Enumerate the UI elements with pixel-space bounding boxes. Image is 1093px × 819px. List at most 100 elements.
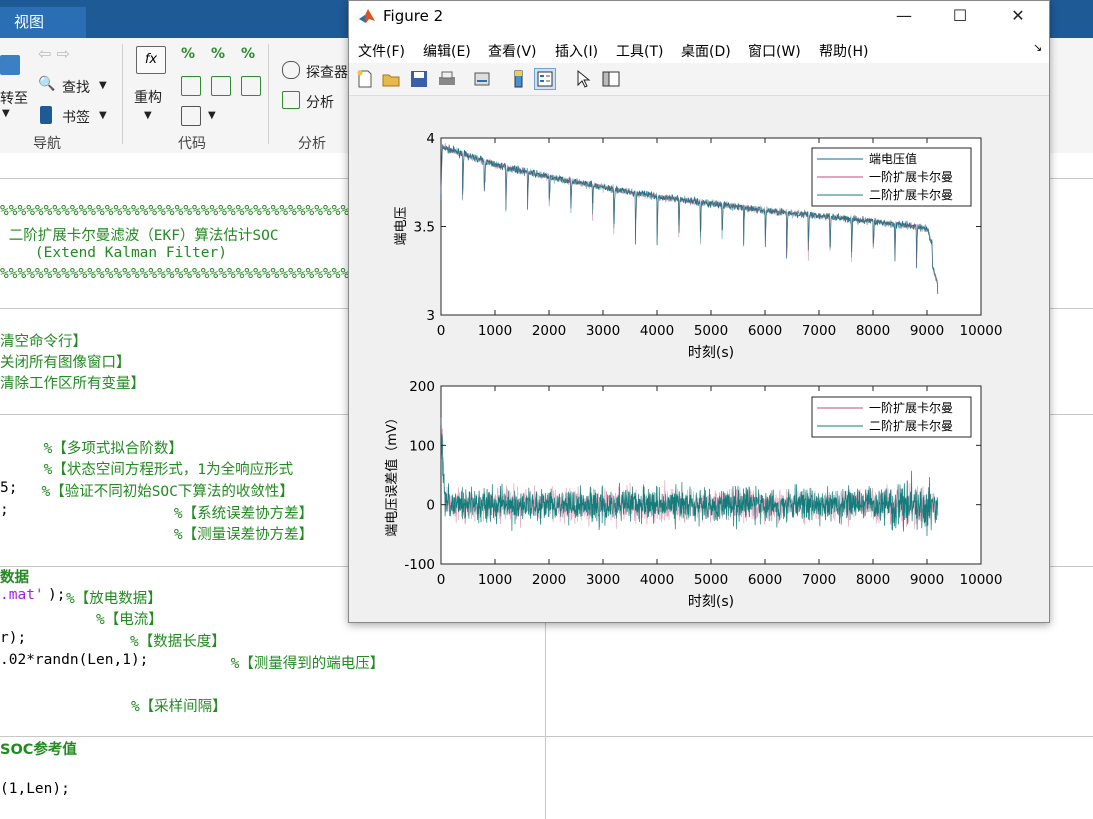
minimize-button[interactable]: —: [881, 1, 927, 33]
indent-icon[interactable]: [181, 76, 201, 96]
menu-help[interactable]: 帮助(H): [819, 41, 868, 61]
profiler-button[interactable]: 探查器: [306, 62, 348, 82]
analyze-button[interactable]: 分析: [306, 92, 334, 112]
x-tick-label: 0: [437, 572, 446, 588]
y-tick-label: 0: [426, 498, 435, 514]
code-line: %【状态空间方程形式，1为全响应形式: [0, 462, 294, 478]
menu-view[interactable]: 查看(V): [488, 41, 537, 61]
x-tick-label: 10000: [960, 572, 1003, 588]
wrap-comment-icon[interactable]: %: [241, 46, 259, 64]
top-legend-label-2: 二阶扩展卡尔曼: [869, 187, 953, 202]
x-tick-label: 2000: [532, 572, 566, 588]
code-line: %【测量得到的端电压】: [152, 656, 385, 672]
x-tick-label: 0: [437, 323, 446, 339]
bottom-axes[interactable]: 0 1000 2000 3000 4000 5000 6000 7000 8000 9000 100…: [384, 379, 1002, 610]
bookmark-button[interactable]: 书签: [62, 107, 90, 127]
bookmark-icon: [40, 106, 52, 124]
refactor-button[interactable]: 重构: [134, 87, 162, 107]
profiler-icon[interactable]: [282, 61, 300, 79]
menu-edit[interactable]: 编辑(E): [423, 41, 471, 61]
code-line: %【测量误差协方差】: [8, 527, 314, 543]
decrease-indent-icon[interactable]: [241, 76, 261, 96]
x-tick-label: 9000: [910, 323, 944, 339]
y-tick-label: 100: [409, 438, 435, 454]
figure-menubar: 文件(F) 编辑(E) 查看(V) 插入(I) 工具(T) 桌面(D) 窗口(W…: [349, 33, 1049, 63]
x-tick-label: 5000: [694, 572, 728, 588]
y-tick-label: 3: [426, 308, 435, 324]
find-icon: 🔍: [38, 76, 56, 92]
code-line: 5;: [0, 480, 18, 496]
figure-toolbar: [349, 63, 1049, 96]
editor-vertical-divider: [545, 620, 546, 819]
bottom-legend[interactable]: 一阶扩展卡尔曼 二阶扩展卡尔曼: [811, 396, 972, 438]
goto-dropdown-icon[interactable]: ▼: [2, 108, 10, 119]
tab-view[interactable]: 视图: [0, 7, 86, 38]
maximize-button[interactable]: ☐: [937, 1, 983, 33]
code-line: r);: [0, 630, 27, 646]
code-section-title: SOC参考值: [0, 742, 77, 758]
group-analyze-label: 分析: [298, 136, 326, 152]
code-line: %【采样间隔】: [0, 699, 227, 715]
x-tick-label: 3000: [586, 572, 620, 588]
link-plot-icon[interactable]: [473, 69, 493, 89]
goto-icon[interactable]: [0, 55, 20, 75]
code-section-title: 数据: [0, 570, 29, 586]
x-tick-label: 2000: [532, 323, 566, 339]
edit-plot-arrow-icon[interactable]: [573, 69, 593, 89]
code-line: 清除工作区所有变量】: [0, 376, 145, 392]
top-axes[interactable]: 0 1000 2000 3000 4000 5000 6000 7000 8000 9000 100…: [394, 131, 1002, 361]
close-button[interactable]: ✕: [995, 1, 1041, 33]
save-icon[interactable]: [409, 69, 429, 89]
print-icon[interactable]: [437, 69, 457, 89]
figure-titlebar[interactable]: Figure 2 — ☐ ✕: [349, 1, 1049, 33]
menu-tools[interactable]: 工具(T): [616, 41, 663, 61]
y-tick-label: -100: [404, 557, 435, 573]
code-line: %【电流】: [0, 612, 163, 628]
x-tick-label: 8000: [856, 572, 890, 588]
group-code-label: 代码: [178, 136, 206, 152]
menu-insert[interactable]: 插入(I): [555, 41, 598, 61]
property-inspector-icon[interactable]: [601, 69, 621, 89]
function-dropdown-icon[interactable]: ▼: [208, 110, 216, 121]
code-line: .02*randn(Len,1);: [0, 652, 149, 668]
plots-svg: 0 1000 2000 3000 4000 5000 6000 7000 8000 9000 100…: [384, 131, 1002, 610]
figure-title: Figure 2: [383, 7, 444, 25]
menu-file[interactable]: 文件(F): [358, 41, 405, 61]
x-tick-label: 6000: [748, 323, 782, 339]
menu-window[interactable]: 窗口(W): [748, 41, 801, 61]
refactor-icon[interactable]: fx: [136, 46, 166, 74]
back-arrow-icon[interactable]: ⇦ ⇨: [38, 44, 70, 63]
increase-indent-icon[interactable]: [211, 76, 231, 96]
refactor-dropdown-icon[interactable]: ▼: [144, 110, 152, 121]
bottom-legend-label-0: 一阶扩展卡尔曼: [869, 400, 953, 415]
code-line: (Extend Kalman Filter): [0, 245, 227, 261]
x-tick-label: 10000: [960, 323, 1003, 339]
comment-icon[interactable]: %: [181, 46, 199, 64]
code-line: %【系统误差协方差】: [8, 506, 314, 522]
y-tick-label: 200: [409, 379, 435, 395]
colorbar-icon[interactable]: [509, 69, 529, 89]
dock-icon[interactable]: ↘: [1033, 41, 1042, 54]
y-tick-label: 4: [426, 131, 435, 147]
bookmark-dropdown-icon[interactable]: ▼: [99, 110, 107, 121]
top-xlabel: 时刻(s): [688, 345, 734, 361]
menu-desktop[interactable]: 桌面(D): [681, 41, 731, 61]
uncomment-icon[interactable]: %: [211, 46, 229, 64]
function-icon[interactable]: [181, 106, 201, 126]
bottom-xlabel: 时刻(s): [688, 594, 734, 610]
find-button[interactable]: 查找: [62, 77, 90, 97]
figure-window[interactable]: Figure 2 — ☐ ✕ 文件(F) 编辑(E) 查看(V) 插入(I) 工…: [348, 0, 1050, 623]
code-line: %【验证不同初始SOC下算法的收敛性】: [24, 484, 294, 500]
x-tick-label: 7000: [802, 572, 836, 588]
y-tick-label: 3.5: [414, 220, 435, 236]
find-dropdown-icon[interactable]: ▼: [99, 80, 107, 91]
new-figure-icon[interactable]: [355, 69, 375, 89]
x-tick-label: 8000: [856, 323, 890, 339]
code-line: 关闭所有图像窗口】: [0, 355, 131, 371]
goto-label[interactable]: 转至: [0, 88, 28, 108]
open-file-icon[interactable]: [381, 69, 401, 89]
analyze-icon[interactable]: [282, 91, 300, 109]
x-tick-label: 4000: [640, 323, 674, 339]
legend-icon[interactable]: [534, 68, 556, 90]
top-legend[interactable]: 端电压值 一阶扩展卡尔曼 二阶扩展卡尔曼: [811, 147, 972, 207]
